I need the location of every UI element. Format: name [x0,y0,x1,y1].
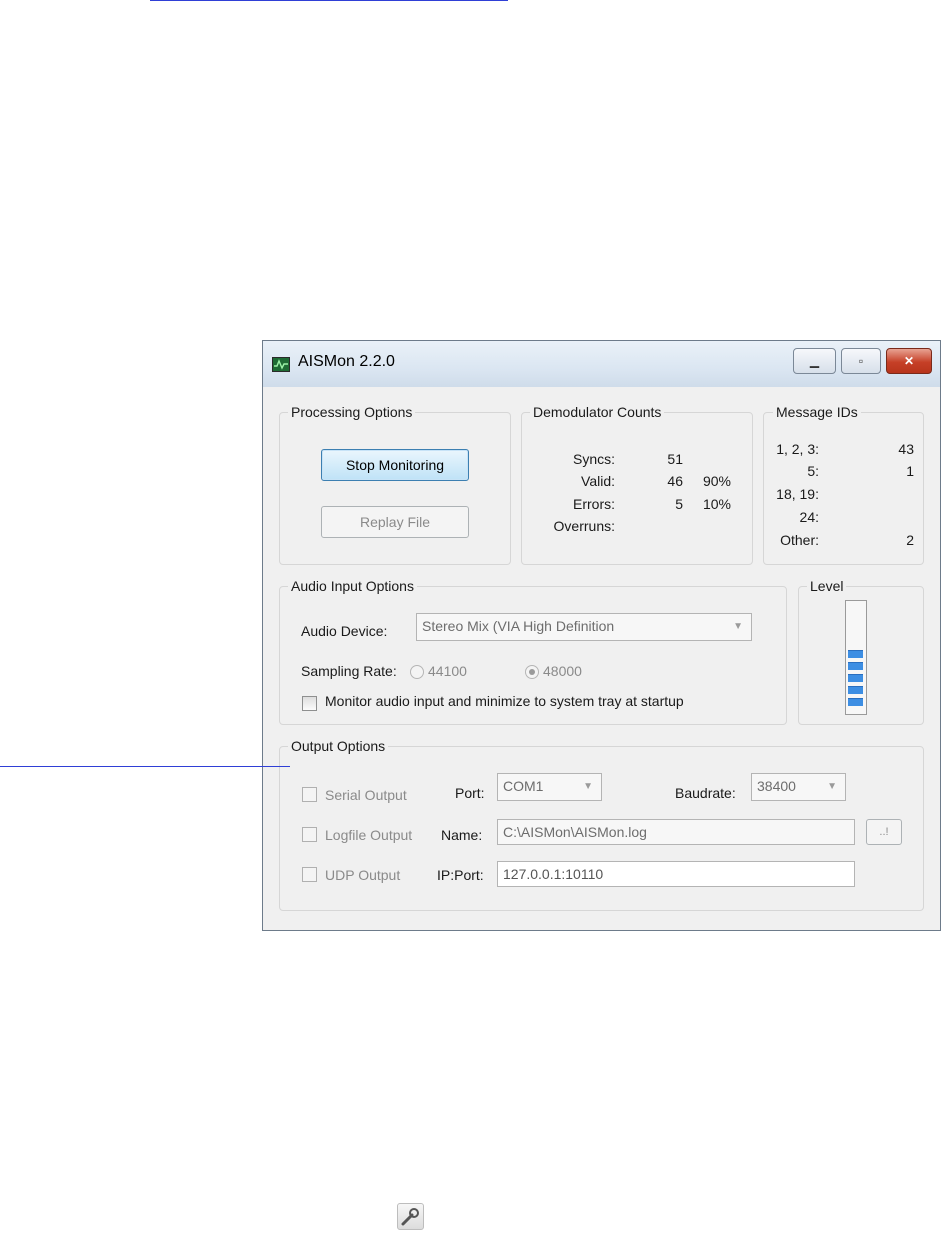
level-label: Level [807,578,847,594]
port-select[interactable]: COM1 ▼ [497,773,602,801]
baudrate-select[interactable]: 38400 ▼ [751,773,846,801]
close-button[interactable]: ✕ [886,348,932,374]
syncs-count: 51 [667,451,683,467]
logfile-name-input[interactable]: C:\AISMon\AISMon.log [497,819,855,845]
level-meter [845,600,867,715]
overruns-label: Overruns: [553,518,615,534]
link-underline-top[interactable] [150,0,508,1]
logfile-output-checkbox[interactable] [302,827,317,842]
baudrate-label: Baudrate: [675,785,736,801]
rate-44100-radio[interactable] [410,665,424,679]
processing-options-label: Processing Options [288,404,416,420]
msgid-123-value: 43 [898,441,914,457]
radio-selected-dot [529,669,535,675]
serial-output-label: Serial Output [325,787,407,803]
ipport-input[interactable]: 127.0.0.1:10110 [497,861,855,887]
rate-48000-label: 48000 [543,663,582,679]
rate-44100-label: 44100 [428,663,467,679]
level-segment [848,662,863,670]
msgid-5-label: 5: [807,463,819,479]
msgid-5-value: 1 [906,463,914,479]
level-segment [848,674,863,682]
audio-device-value: Stereo Mix (VIA High Definition [422,618,615,634]
msgid-other-value: 2 [906,532,914,548]
valid-count: 46 [667,473,683,489]
output-options-label: Output Options [288,738,389,754]
audio-input-options-label: Audio Input Options [288,578,417,594]
ipport-label: IP:Port: [437,867,484,883]
oscilloscope-icon [272,357,290,372]
link-underline-bottom[interactable] [0,766,290,767]
port-label: Port: [455,785,485,801]
browse-button[interactable]: ..! [866,819,902,845]
level-segment [848,686,863,694]
serial-output-checkbox[interactable] [302,787,317,802]
title-bar[interactable]: AISMon 2.2.0 ▁ ▫ ✕ [263,341,940,387]
level-segment [848,698,863,706]
udp-output-checkbox[interactable] [302,867,317,882]
processing-options-group [279,412,511,565]
stop-monitoring-button[interactable]: Stop Monitoring [321,449,469,481]
msgid-1819-label: 18, 19: [776,486,819,502]
aismon-window: AISMon 2.2.0 ▁ ▫ ✕ Processing Options St… [262,340,941,931]
baudrate-value: 38400 [757,778,796,794]
errors-count: 5 [675,496,683,512]
client-area: Processing Options Stop Monitoring Repla… [271,387,932,924]
window-title: AISMon 2.2.0 [298,353,395,370]
name-label: Name: [441,827,483,843]
monitor-audio-checkbox[interactable] [302,696,317,711]
msgid-123-label: 1, 2, 3: [776,441,819,457]
message-ids-label: Message IDs [773,404,861,420]
minimize-button[interactable]: ▁ [793,348,836,374]
valid-percent: 90% [702,473,731,489]
syncs-label: Syncs: [572,451,615,467]
logfile-output-label: Logfile Output [325,827,413,843]
ipport-value: 127.0.0.1:10110 [503,866,604,882]
maximize-button[interactable]: ▫ [841,348,881,374]
logfile-name-value: C:\AISMon\AISMon.log [503,824,647,840]
monitor-audio-label: Monitor audio input and minimize to syst… [325,693,684,709]
msgid-other-label: Other: [780,532,819,548]
chevron-down-icon: ▼ [827,781,837,792]
audio-device-label: Audio Device: [301,623,388,639]
replay-file-button[interactable]: Replay File [321,506,469,538]
wrench-icon[interactable] [397,1203,424,1230]
errors-percent: 10% [702,496,731,512]
msgid-24-label: 24: [799,509,819,525]
udp-output-label: UDP Output [325,867,401,883]
level-segment [848,650,863,658]
port-value: COM1 [503,778,544,794]
sampling-rate-label: Sampling Rate: [301,663,397,679]
audio-device-select[interactable]: Stereo Mix (VIA High Definition ▼ [416,613,752,641]
chevron-down-icon: ▼ [583,781,593,792]
rate-48000-radio[interactable] [525,665,539,679]
chevron-down-icon: ▼ [733,621,743,632]
valid-label: Valid: [581,473,615,489]
demodulator-counts-label: Demodulator Counts [530,404,665,420]
errors-label: Errors: [573,496,615,512]
